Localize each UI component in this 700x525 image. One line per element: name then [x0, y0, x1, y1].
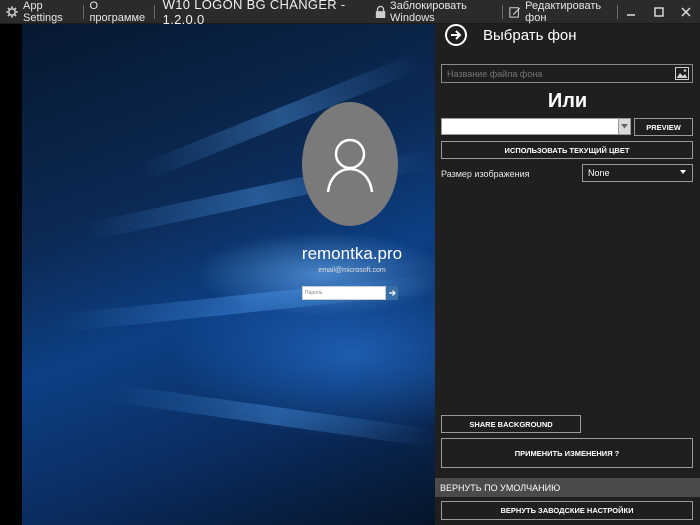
logon-preview: remontka.pro email@microsoft.com Пароль	[0, 24, 435, 525]
settings-panel: Выбрать фон Или PREVIEW ИСПОЛЬЗОВАТЬ ТЕК…	[435, 24, 700, 525]
user-icon	[326, 138, 374, 193]
minimize-button[interactable]	[618, 0, 645, 24]
reset-defaults-header[interactable]: ВЕРНУТЬ ПО УМОЛЧАНИЮ	[435, 478, 700, 497]
lock-windows-button[interactable]: Заблокировать Windows	[369, 0, 502, 24]
light-ray	[110, 384, 435, 448]
app-settings-button[interactable]: App Settings	[0, 0, 83, 24]
chevron-down-icon	[680, 170, 686, 174]
arrow-right-icon	[451, 30, 462, 40]
preview-username: remontka.pro	[301, 244, 403, 263]
close-button[interactable]	[673, 0, 700, 24]
maximize-icon	[654, 6, 664, 17]
preview-wallpaper	[22, 24, 435, 525]
arrow-right-icon	[389, 290, 396, 296]
preview-button[interactable]: PREVIEW	[634, 118, 693, 136]
maximize-button[interactable]	[645, 0, 672, 24]
apply-changes-button[interactable]: ПРИМЕНИТЬ ИЗМЕНЕНИЯ ?	[441, 438, 693, 468]
about-label: О программе	[89, 0, 146, 24]
lock-icon	[375, 5, 386, 18]
edit-icon	[509, 6, 521, 18]
use-current-color-button[interactable]: ИСПОЛЬЗОВАТЬ ТЕКУЩИЙ ЦВЕТ	[441, 141, 693, 159]
window-title: W10 LOGON BG CHANGER - 1.2.0.0	[162, 0, 346, 27]
avatar	[302, 102, 398, 226]
color-input[interactable]	[441, 118, 619, 135]
lock-windows-label: Заблокировать Windows	[390, 0, 467, 24]
preview-password-input: Пароль	[302, 286, 386, 300]
background-file-field[interactable]	[441, 64, 693, 83]
title-bar: App Settings О программе W10 LOGON BG CH…	[0, 0, 700, 27]
image-size-select[interactable]: None	[582, 164, 693, 182]
preview-border	[0, 24, 22, 525]
panel-title: Выбрать фон	[483, 27, 577, 44]
about-button[interactable]: О программе	[83, 0, 153, 24]
color-dropdown-button[interactable]	[619, 118, 631, 135]
edit-background-button[interactable]: Редактировать фон	[503, 0, 617, 24]
light-ray	[61, 274, 435, 332]
preview-password-box: Пароль	[302, 286, 398, 300]
minimize-icon	[627, 13, 636, 16]
gear-icon	[6, 5, 18, 18]
select-background-go-button[interactable]	[445, 24, 467, 46]
background-file-input[interactable]	[447, 68, 672, 79]
edit-background-label: Редактировать фон	[525, 0, 602, 24]
preview-submit	[386, 286, 398, 300]
app-settings-label: App Settings	[23, 0, 63, 24]
chevron-down-icon	[621, 124, 628, 129]
or-label: Или	[547, 90, 588, 112]
factory-reset-button[interactable]: ВЕРНУТЬ ЗАВОДСКИЕ НАСТРОЙКИ	[441, 501, 693, 520]
close-icon	[681, 6, 691, 17]
image-icon[interactable]	[675, 67, 689, 80]
preview-email: email@microsoft.com	[318, 267, 386, 274]
image-size-label: Размер изображения	[441, 169, 530, 179]
color-picker[interactable]	[441, 118, 631, 135]
image-size-value: None	[588, 168, 610, 178]
share-background-button[interactable]: SHARE BACKGROUND	[441, 415, 581, 433]
